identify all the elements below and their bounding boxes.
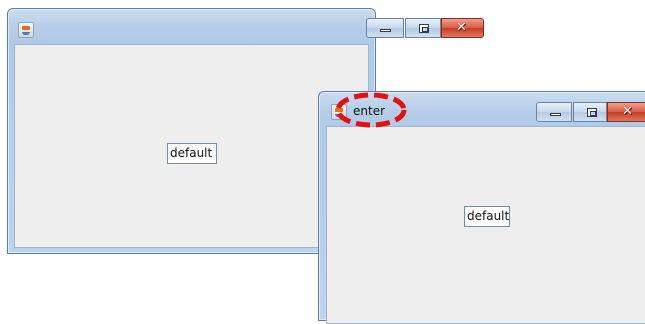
window-enter[interactable]: enter ✕ default bbox=[318, 91, 645, 324]
maximize-button[interactable] bbox=[573, 102, 607, 122]
minimize-icon bbox=[380, 29, 391, 32]
java-app-icon[interactable] bbox=[331, 104, 347, 120]
text-field[interactable]: default bbox=[464, 206, 510, 227]
maximize-button[interactable] bbox=[405, 18, 441, 38]
close-icon: ✕ bbox=[622, 104, 633, 119]
minimize-button[interactable] bbox=[536, 102, 572, 122]
window-title: enter bbox=[353, 104, 386, 118]
text-field[interactable]: default bbox=[167, 143, 217, 164]
close-icon: ✕ bbox=[456, 20, 467, 35]
close-button[interactable]: ✕ bbox=[441, 18, 484, 38]
titlebar[interactable]: ✕ bbox=[8, 9, 484, 45]
close-button[interactable]: ✕ bbox=[607, 102, 645, 122]
minimize-icon bbox=[550, 113, 561, 116]
maximize-icon bbox=[419, 24, 429, 33]
maximize-icon bbox=[587, 108, 597, 117]
java-app-icon[interactable] bbox=[18, 22, 34, 38]
titlebar[interactable]: enter ✕ bbox=[319, 92, 645, 128]
minimize-button[interactable] bbox=[366, 18, 404, 38]
window-content: default bbox=[14, 44, 369, 248]
window-content: default bbox=[326, 126, 645, 324]
